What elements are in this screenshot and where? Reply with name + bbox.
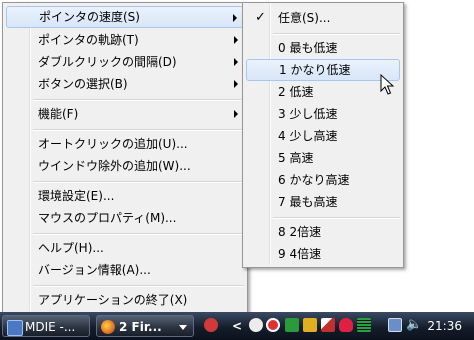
submenu-arrow-icon <box>234 58 238 66</box>
tray-app-icon[interactable] <box>266 318 280 332</box>
menu-item-mouse-properties[interactable]: マウスのプロパティ(M)... <box>6 207 244 229</box>
menu-item-label: 任意(S)... <box>278 11 331 25</box>
tray-app-icon[interactable] <box>303 318 317 332</box>
submenu-item-speed-6[interactable]: 6 かなり高速 <box>246 169 400 191</box>
firefox-icon <box>101 320 115 334</box>
volume-icon[interactable]: 🔈 <box>406 318 422 332</box>
submenu-arrow-icon <box>234 110 238 118</box>
tray-app-icon[interactable] <box>321 318 335 332</box>
menu-item-double-click-interval[interactable]: ダブルクリックの間隔(D) <box>6 51 244 73</box>
menu-separator <box>33 99 244 101</box>
submenu-item-speed-8[interactable]: 8 2倍速 <box>246 221 400 243</box>
taskbar-button-mdie[interactable]: MDIE -... <box>2 315 90 337</box>
menu-item-label: ボタンの選択(B) <box>38 77 128 91</box>
menu-item-button-select[interactable]: ボタンの選択(B) <box>6 73 244 95</box>
taskbar-button-firefox[interactable]: 2 Fir... <box>96 315 194 337</box>
tray-app-icon[interactable] <box>357 318 371 332</box>
submenu-arrow-icon <box>233 14 237 22</box>
menu-item-label: ウインドウ除外の追加(W)... <box>38 159 191 173</box>
menu-item-version-info[interactable]: バージョン情報(A)... <box>6 259 244 281</box>
menu-item-label: ポインタの速度(S) <box>39 10 140 24</box>
tray-app-icon[interactable] <box>249 318 263 332</box>
network-icon[interactable] <box>388 318 402 332</box>
menu-item-label: 7 最も高速 <box>278 195 338 209</box>
menu-item-label: バージョン情報(A)... <box>38 263 151 277</box>
menu-item-label: 6 かなり高速 <box>278 173 350 187</box>
submenu-item-speed-1[interactable]: 1 かなり低速 <box>246 59 400 81</box>
menu-separator <box>273 217 400 219</box>
submenu-item-speed-9[interactable]: 9 4倍速 <box>246 243 400 265</box>
menu-item-label: 5 高速 <box>278 151 314 165</box>
menu-item-label: 9 4倍速 <box>278 247 322 261</box>
menu-separator <box>273 33 400 35</box>
menu-item-label: ダブルクリックの間隔(D) <box>38 55 177 69</box>
menu-item-label: 4 少し高速 <box>278 129 338 143</box>
submenu-item-speed-7[interactable]: 7 最も高速 <box>246 191 400 213</box>
tray-expand-icon[interactable]: < <box>232 312 242 340</box>
clock[interactable]: 21:36 <box>427 312 462 340</box>
menu-item-label: 8 2倍速 <box>278 225 322 239</box>
menu-item-label: オートクリックの追加(U)... <box>38 137 188 151</box>
taskbar-button-label: 2 Fir... <box>119 320 162 334</box>
menu-separator <box>33 233 244 235</box>
tray-app-icon[interactable] <box>285 318 299 332</box>
menu-separator <box>33 129 244 131</box>
context-menu: ポインタの速度(S) ポインタの軌跡(T) ダブルクリックの間隔(D) ボタンの… <box>2 2 248 314</box>
menu-item-label: 機能(F) <box>38 107 79 121</box>
menu-item-label: 2 低速 <box>278 85 314 99</box>
submenu-item-speed-5[interactable]: 5 高速 <box>246 147 400 169</box>
app-window-icon <box>7 320 23 336</box>
submenu-item-speed-4[interactable]: 4 少し高速 <box>246 125 400 147</box>
taskbar: MDIE -... 2 Fir... < 🔈 21:36 <box>0 312 474 340</box>
submenu-arrow-icon <box>234 36 238 44</box>
menu-item-label: マウスのプロパティ(M)... <box>38 211 177 225</box>
tray-app-icon[interactable] <box>204 318 218 332</box>
taskbar-button-label: MDIE -... <box>25 320 76 334</box>
checkmark-icon: ✓ <box>255 10 266 25</box>
menu-item-pointer-trail[interactable]: ポインタの軌跡(T) <box>6 29 244 51</box>
menu-item-exit[interactable]: アプリケーションの終了(X) <box>6 289 244 311</box>
menu-item-help[interactable]: ヘルプ(H)... <box>6 237 244 259</box>
menu-item-add-window-exclusion[interactable]: ウインドウ除外の追加(W)... <box>6 155 244 177</box>
submenu-item-speed-0[interactable]: 0 最も低速 <box>246 37 400 59</box>
menu-item-label: ポインタの軌跡(T) <box>38 33 139 47</box>
submenu-item-custom[interactable]: ✓ 任意(S)... <box>246 7 400 29</box>
submenu-item-speed-2[interactable]: 2 低速 <box>246 81 400 103</box>
menu-item-preferences[interactable]: 環境設定(E)... <box>6 185 244 207</box>
menu-item-pointer-speed[interactable]: ポインタの速度(S) <box>6 6 244 28</box>
menu-item-features[interactable]: 機能(F) <box>6 103 244 125</box>
tray-app-icon[interactable] <box>339 318 353 332</box>
menu-item-label: ヘルプ(H)... <box>38 241 104 255</box>
pointer-speed-submenu: ✓ 任意(S)... 0 最も低速 1 かなり低速 2 低速 3 少し低速 4 … <box>242 2 404 268</box>
group-dropdown-icon[interactable] <box>179 325 187 330</box>
menu-item-label: アプリケーションの終了(X) <box>38 293 188 307</box>
menu-item-label: 1 かなり低速 <box>279 63 351 77</box>
menu-item-label: 環境設定(E)... <box>38 189 115 203</box>
menu-item-add-autoclick[interactable]: オートクリックの追加(U)... <box>6 133 244 155</box>
menu-separator <box>33 285 244 287</box>
menu-item-label: 0 最も低速 <box>278 41 338 55</box>
mouse-cursor-icon <box>380 74 394 95</box>
submenu-item-speed-3[interactable]: 3 少し低速 <box>246 103 400 125</box>
menu-item-label: 3 少し低速 <box>278 107 338 121</box>
menu-separator <box>33 181 244 183</box>
submenu-arrow-icon <box>234 80 238 88</box>
